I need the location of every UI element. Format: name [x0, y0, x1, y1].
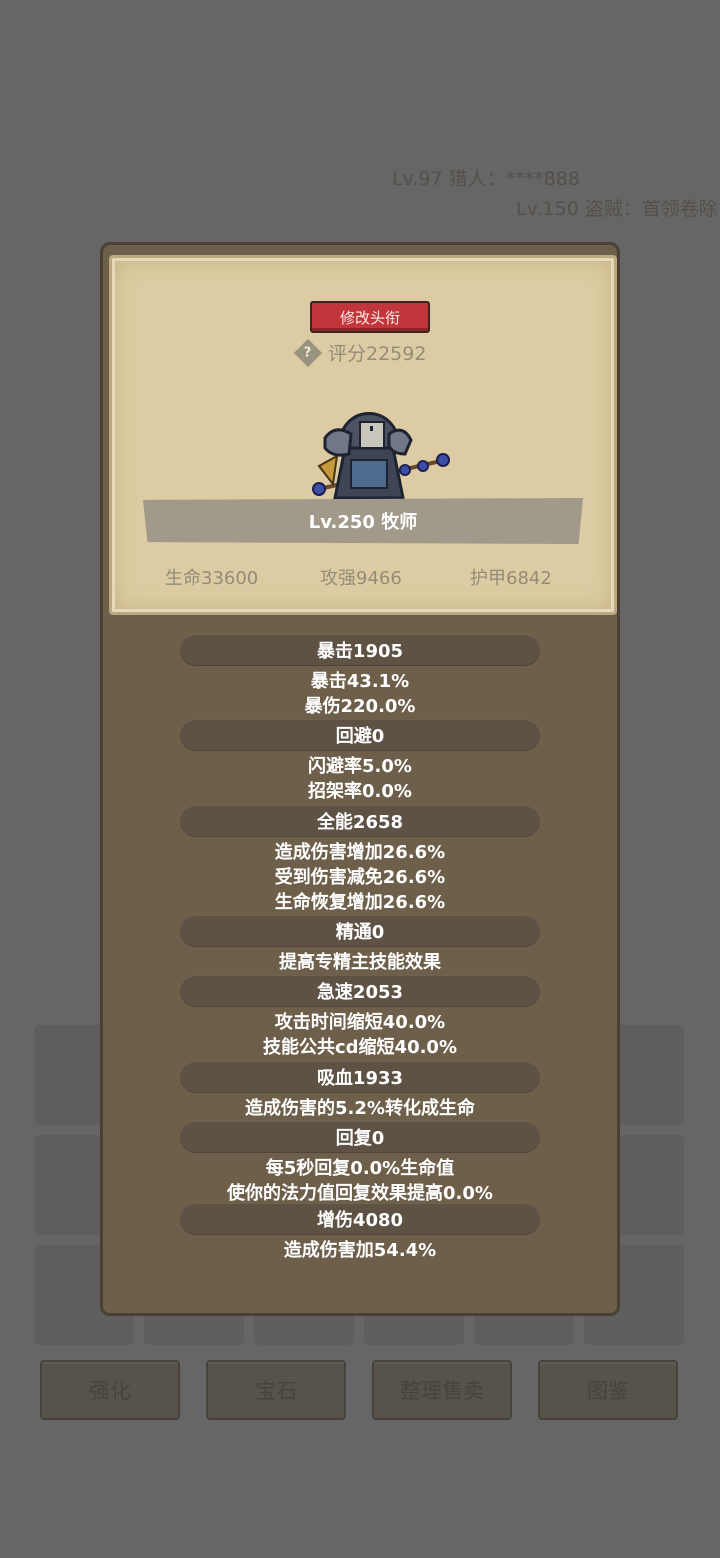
gem-button[interactable]: 宝石 — [206, 1360, 346, 1420]
attribute-header: 急速2053 — [180, 975, 540, 1007]
attribute-header: 回复0 — [180, 1121, 540, 1153]
ticker-message-2: Lv.150 盗贼：首领卷除 — [516, 198, 718, 220]
character-detail-modal: 修改头衔 ? 评分22592 Lv.250 牧师 生命33600 攻强9466 … — [100, 242, 620, 1316]
level-class-banner: Lv.250 牧师 — [143, 498, 583, 544]
attribute-header: 增伤4080 — [180, 1203, 540, 1235]
attribute-detail-line: 技能公共cd缩短40.0% — [262, 1037, 457, 1058]
attribute-header: 精通0 — [180, 915, 540, 947]
attribute-header: 吸血1933 — [180, 1061, 540, 1093]
armor-stat: 护甲6842 — [470, 568, 552, 589]
score-row: ? 评分22592 — [293, 338, 427, 367]
attribute-detail-line: 攻击时间缩短40.0% — [274, 1012, 446, 1033]
attribute-detail-line: 造成伤害加54.4% — [283, 1240, 437, 1261]
attribute-detail-line: 提高专精主技能效果 — [279, 952, 441, 973]
sort-sell-button[interactable]: 整理售卖 — [372, 1360, 512, 1420]
attribute-detail-line: 招架率0.0% — [308, 781, 412, 802]
attribute-detail-line: 造成伤害增加26.6% — [274, 842, 446, 863]
attribute-detail-line: 使你的法力值回复效果提高0.0% — [227, 1183, 493, 1204]
help-icon[interactable]: ? — [293, 338, 323, 367]
attribute-header: 全能2658 — [180, 805, 540, 837]
attribute-detail-line: 暴伤220.0% — [304, 696, 416, 717]
attribute-detail-line: 造成伤害的5.2%转化成生命 — [245, 1098, 475, 1119]
priest-avatar — [312, 412, 450, 500]
attribute-detail-line: 闪避率5.0% — [308, 756, 412, 777]
attribute-detail-line: 生命恢复增加26.6% — [274, 892, 446, 913]
attack-stat: 攻强9466 — [320, 568, 402, 589]
attribute-detail-line: 暴击43.1% — [310, 671, 410, 692]
enhance-button[interactable]: 强化 — [40, 1360, 180, 1420]
hp-stat: 生命33600 — [165, 568, 259, 589]
attribute-header: 暴击1905 — [180, 634, 540, 666]
change-title-button[interactable]: 修改头衔 — [310, 301, 430, 333]
codex-button[interactable]: 图鉴 — [538, 1360, 678, 1420]
character-card: 修改头衔 ? 评分22592 Lv.250 牧师 生命33600 攻强9466 … — [109, 255, 617, 615]
ticker-message-1: Lv.97 猎人：****888 — [392, 168, 580, 190]
attribute-detail-line: 每5秒回复0.0%生命值 — [265, 1158, 455, 1179]
attribute-detail-line: 受到伤害减免26.6% — [274, 867, 446, 888]
score-text: 评分22592 — [328, 343, 427, 365]
attribute-header: 回避0 — [180, 719, 540, 751]
